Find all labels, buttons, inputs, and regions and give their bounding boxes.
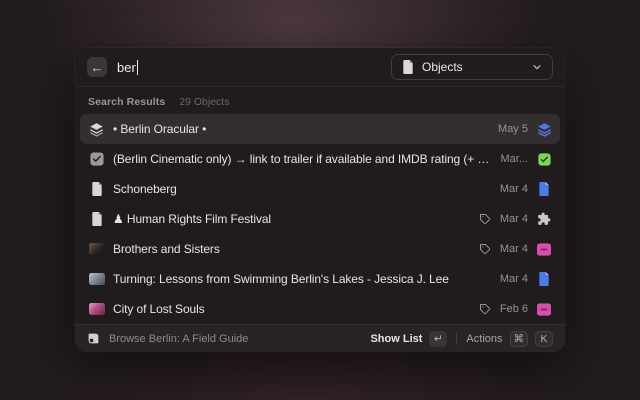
result-date: May 5 bbox=[498, 123, 528, 135]
document-icon bbox=[402, 60, 414, 74]
result-title: ♟ Human Rights Film Festival bbox=[113, 212, 471, 226]
footer-divider bbox=[456, 333, 457, 345]
result-date: Mar 4 bbox=[500, 213, 528, 225]
puzzle-icon bbox=[536, 212, 552, 226]
tag-icon bbox=[479, 243, 491, 255]
palette-footer: Browse Berlin: A Field Guide Show List ↵… bbox=[75, 324, 565, 352]
results-count: 29 Objects bbox=[179, 96, 229, 108]
search-palette: ← ber Objects Search Results 29 Objects … bbox=[75, 48, 565, 352]
checkbox-icon bbox=[88, 152, 105, 166]
checkbox-icon-green bbox=[536, 153, 552, 166]
result-title: City of Lost Souls bbox=[113, 302, 471, 316]
result-title: Schoneberg bbox=[113, 182, 492, 196]
chevron-down-icon bbox=[532, 62, 542, 72]
search-header: ← ber Objects bbox=[75, 48, 565, 87]
page-icon bbox=[88, 212, 105, 226]
result-row[interactable]: Brothers and Sisters Mar 4 bbox=[80, 234, 560, 264]
result-date: Mar 4 bbox=[500, 243, 528, 255]
show-list-button[interactable]: Show List bbox=[370, 333, 422, 345]
result-row[interactable]: City of Lost Souls Feb 6 bbox=[80, 294, 560, 324]
result-row[interactable]: Schoneberg Mar 4 bbox=[80, 174, 560, 204]
k-key-badge: K bbox=[535, 331, 553, 347]
image-thumbnail bbox=[88, 243, 105, 255]
text-caret bbox=[137, 60, 139, 75]
layers-icon-blue bbox=[536, 122, 552, 137]
search-input[interactable]: ber bbox=[117, 60, 138, 75]
media-icon-pink bbox=[536, 243, 552, 256]
cmd-key-badge: ⌘ bbox=[510, 331, 529, 347]
result-row[interactable]: (Berlin Cinematic only) → link to traile… bbox=[80, 144, 560, 174]
result-date: Mar... bbox=[500, 153, 528, 165]
result-date: Mar 4 bbox=[500, 183, 528, 195]
result-title: (Berlin Cinematic only) → link to traile… bbox=[113, 152, 492, 166]
result-date: Feb 6 bbox=[500, 303, 528, 315]
enter-key-badge: ↵ bbox=[429, 331, 447, 347]
result-row[interactable]: Turning: Lessons from Swimming Berlin's … bbox=[80, 264, 560, 294]
actions-button[interactable]: Actions bbox=[466, 333, 502, 345]
object-type-dropdown[interactable]: Objects bbox=[391, 54, 553, 80]
media-icon-pink bbox=[536, 303, 552, 316]
results-section-header: Search Results 29 Objects bbox=[80, 87, 560, 114]
result-title: Turning: Lessons from Swimming Berlin's … bbox=[113, 272, 492, 286]
layers-icon bbox=[88, 122, 105, 137]
tag-icon bbox=[479, 213, 491, 225]
back-button[interactable]: ← bbox=[87, 57, 107, 77]
result-title: • Berlin Oracular • bbox=[113, 122, 490, 136]
search-query-text: ber bbox=[117, 60, 136, 75]
page-icon-blue bbox=[536, 182, 552, 196]
result-date: Mar 4 bbox=[500, 273, 528, 285]
context-title: Browse Berlin: A Field Guide bbox=[109, 333, 248, 345]
result-row[interactable]: • Berlin Oracular • May 5 bbox=[80, 114, 560, 144]
result-title: Brothers and Sisters bbox=[113, 242, 471, 256]
result-row[interactable]: ♟ Human Rights Film Festival Mar 4 bbox=[80, 204, 560, 234]
image-thumbnail bbox=[88, 273, 105, 285]
results-title: Search Results bbox=[88, 96, 165, 108]
tag-icon bbox=[479, 303, 491, 315]
back-arrow-icon: ← bbox=[91, 61, 104, 74]
page-icon-blue bbox=[536, 272, 552, 286]
results-list: Search Results 29 Objects • Berlin Oracu… bbox=[75, 87, 565, 324]
app-logo-icon bbox=[87, 332, 100, 345]
page-icon bbox=[88, 182, 105, 196]
image-thumbnail bbox=[88, 303, 105, 315]
dropdown-label: Objects bbox=[422, 60, 463, 74]
